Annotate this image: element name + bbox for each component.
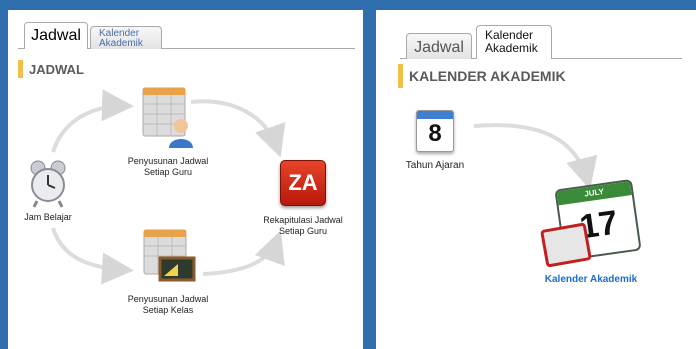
workflow-arrow (473, 123, 598, 190)
jam-belajar-item[interactable]: Jam Belajar (13, 160, 83, 223)
kalender-panel: Jadwal Kalender Akademik KALENDER AKADEM… (376, 10, 696, 349)
jam-belajar-label: Jam Belajar (24, 212, 72, 222)
jadwal-panel: Jadwal Kalender Akademik JADWAL Jam Bela… (8, 10, 363, 349)
calendar-day-number: 8 (428, 120, 442, 147)
jadwal-guru-item[interactable]: Penyusunan Jadwal Setiap Guru (118, 86, 218, 178)
jadwal-guru-label-line2: Setiap Guru (143, 167, 193, 177)
jadwal-kelas-label-line1: Penyusunan Jadwal (127, 294, 209, 304)
jadwal-guru-label-line1: Penyusunan Jadwal (127, 156, 209, 166)
jadwal-kelas-label-line2: Setiap Kelas (142, 305, 194, 315)
schedule-class-icon (143, 229, 196, 282)
calendar-folder (540, 222, 592, 268)
schedule-teacher-icon (142, 87, 193, 148)
tahun-ajaran-item[interactable]: 8 Tahun Ajaran (400, 110, 470, 171)
kalender-akademik-item[interactable]: JULY 17 Kalender Akademik (526, 178, 656, 285)
kalender-akademik-link[interactable]: Kalender Akademik (526, 274, 656, 285)
alarm-clock-icon (30, 160, 66, 208)
rekapitulasi-item[interactable]: ZA Rekapitulasi Jadwal Setiap Guru (253, 160, 353, 237)
za-summary-icon: ZA (280, 160, 326, 206)
calendar-day-icon: 8 (416, 110, 454, 152)
tahun-ajaran-label: Tahun Ajaran (405, 160, 465, 171)
rekapitulasi-label-line1: Rekapitulasi Jadwal (263, 215, 343, 225)
jadwal-kelas-item[interactable]: Penyusunan Jadwal Setiap Kelas (118, 228, 218, 316)
calendar-date-icon: JULY 17 (540, 178, 642, 268)
rekapitulasi-label-line2: Setiap Guru (278, 226, 328, 236)
